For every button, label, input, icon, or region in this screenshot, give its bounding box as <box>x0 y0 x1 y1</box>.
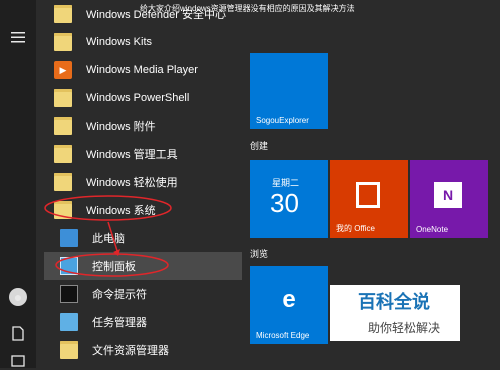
app-label: Windows 附件 <box>86 121 156 133</box>
onenote-icon: N <box>434 182 462 208</box>
folder-icon <box>54 89 72 107</box>
tile-edge[interactable]: e Microsoft Edge <box>250 266 328 344</box>
watermark: 百科全说 助你轻松解决 <box>330 285 460 341</box>
pictures-icon[interactable] <box>9 352 27 370</box>
file-explorer-icon <box>60 341 78 359</box>
app-label: 命令提示符 <box>92 289 147 301</box>
app-list-item[interactable]: Windows 附件 ⌄ <box>44 112 270 140</box>
app-label: Windows 轻松使用 <box>86 177 178 189</box>
hamburger-menu-icon[interactable] <box>9 28 27 46</box>
calendar-date: 30 <box>270 188 299 218</box>
app-list-item[interactable]: Windows 管理工具 ⌄ <box>44 140 270 168</box>
tile-label: Microsoft Edge <box>256 331 310 340</box>
folder-icon <box>54 173 72 191</box>
tile-onenote[interactable]: N OneNote <box>410 160 488 238</box>
group-title-create: 创建 <box>250 141 269 151</box>
app-list-item[interactable]: 此电脑 <box>44 224 270 252</box>
app-list-item[interactable]: Windows 轻松使用 ⌄ <box>44 168 270 196</box>
app-label: Windows 管理工具 <box>86 149 178 161</box>
control-panel-icon <box>60 257 78 275</box>
watermark-subtitle: 助你轻松解决 <box>368 321 441 335</box>
folder-icon <box>54 201 72 219</box>
tile-sogou-explorer[interactable]: SogouExplorer <box>250 53 328 129</box>
app-label: Windows Kits <box>86 36 153 48</box>
caption-overlay: 给大家介绍windows资源管理器没有相应的原因及其解决方法 <box>140 4 355 13</box>
tile-label: OneNote <box>416 225 449 234</box>
tile-label: SogouExplorer <box>256 116 309 125</box>
app-list-item[interactable]: 任务管理器 <box>44 308 270 336</box>
app-label: Windows 系统 <box>86 205 156 217</box>
computer-icon <box>60 229 78 247</box>
folder-icon <box>54 5 72 23</box>
tile-label: 我的 Office <box>336 224 375 233</box>
folder-icon <box>54 117 72 135</box>
tile-office[interactable]: 我的 Office <box>330 160 408 238</box>
command-prompt-icon <box>60 285 78 303</box>
app-label: 此电脑 <box>92 233 125 245</box>
app-label: Windows Media Player <box>86 64 198 76</box>
user-avatar[interactable]: ● <box>9 288 27 306</box>
app-label: Windows PowerShell <box>86 92 190 104</box>
start-left-rail: ● <box>0 0 36 368</box>
media-player-icon: ▶ <box>54 61 72 79</box>
app-list-item[interactable]: Windows Kits ⌄ <box>44 28 270 56</box>
app-label: 任务管理器 <box>92 317 147 329</box>
document-icon[interactable] <box>9 324 27 342</box>
app-list-item-windows-system[interactable]: Windows 系统 ⌃ <box>44 196 270 224</box>
folder-icon <box>54 145 72 163</box>
office-icon <box>356 182 380 208</box>
task-manager-icon <box>60 313 78 331</box>
group-title-browse: 浏览 <box>250 249 269 259</box>
edge-icon: e <box>282 286 296 313</box>
app-list-item-control-panel[interactable]: 控制面板 <box>44 252 270 280</box>
tile-calendar[interactable]: 星期二 30 <box>250 160 328 238</box>
watermark-title: 百科全说 <box>358 292 430 312</box>
app-list-item[interactable]: ▶ Windows Media Player <box>44 56 270 84</box>
app-list-item[interactable]: 命令提示符 <box>44 280 270 308</box>
app-list: Windows Defender 安全中心 Windows Kits ⌄ ▶ W… <box>36 0 270 368</box>
folder-icon <box>54 33 72 51</box>
app-list-item[interactable]: 文件资源管理器 <box>44 336 270 364</box>
app-list-item[interactable]: Windows PowerShell ⌄ <box>44 84 270 112</box>
app-label: 文件资源管理器 <box>92 345 169 357</box>
app-label: 控制面板 <box>92 261 136 273</box>
